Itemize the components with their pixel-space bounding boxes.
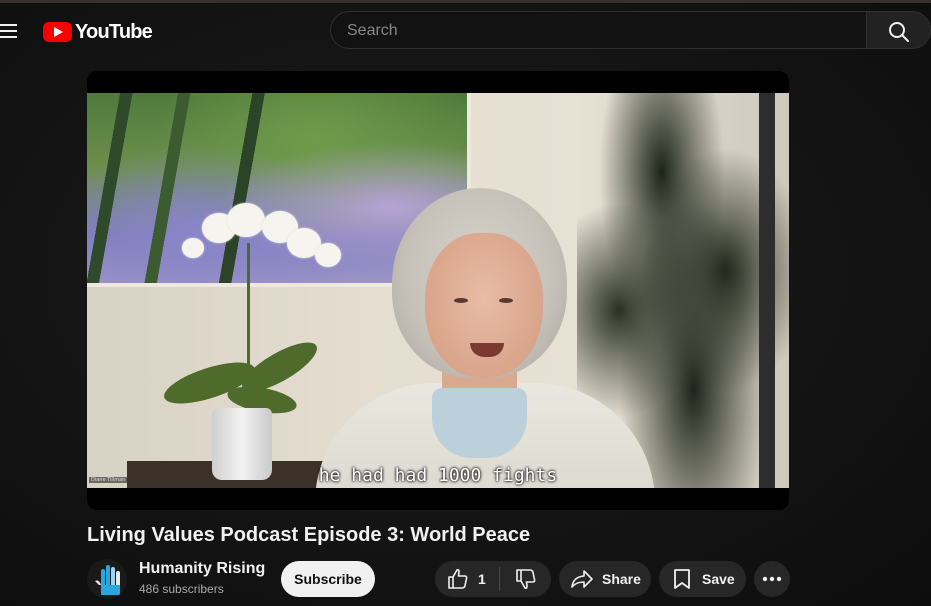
search-input[interactable] — [345, 12, 849, 50]
orchid-flower — [315, 243, 341, 267]
bookmark-icon — [674, 569, 690, 589]
like-dislike-group: 1 — [435, 561, 551, 597]
video-title: Living Values Podcast Episode 3: World P… — [87, 524, 531, 546]
video-frame[interactable]: Diane Tillman he had had 1000 fights — [87, 93, 789, 488]
search-box — [330, 11, 866, 50]
save-label: Save — [702, 571, 735, 587]
search-icon — [889, 22, 909, 42]
browser-top-edge — [0, 0, 931, 3]
share-button[interactable]: Share — [559, 561, 651, 597]
orchid-flower — [182, 238, 204, 258]
logo-text: YouTube — [75, 20, 153, 43]
youtube-logo[interactable]: YouTube — [43, 20, 153, 44]
share-icon — [571, 570, 593, 588]
more-actions-button[interactable] — [754, 561, 790, 597]
like-count: 1 — [478, 571, 486, 587]
channel-avatar[interactable] — [87, 559, 127, 599]
youtube-watch-page: YouTube Search Diane Tillman he had had … — [0, 0, 931, 606]
thumbs-down-icon — [515, 569, 535, 590]
channel-name[interactable]: Humanity Rising — [139, 560, 265, 578]
save-button[interactable]: Save — [659, 561, 746, 597]
video-caption: he had had 1000 fights — [318, 465, 558, 486]
subscribe-button[interactable]: Subscribe — [281, 561, 375, 597]
hand-logo-icon — [87, 559, 127, 599]
like-button[interactable]: 1 — [435, 561, 499, 597]
video-player[interactable]: Diane Tillman he had had 1000 fights — [87, 71, 789, 510]
dislike-button[interactable] — [500, 561, 551, 597]
speaker-eye — [499, 298, 513, 303]
speaker-collar — [432, 388, 527, 458]
thumbs-up-icon — [448, 568, 468, 589]
share-label: Share — [602, 571, 641, 587]
orchid-flower — [227, 203, 265, 237]
masthead: YouTube — [0, 8, 931, 56]
subscriber-count: 486 subscribers — [139, 582, 224, 596]
search-button[interactable] — [866, 11, 931, 49]
youtube-logo-icon — [43, 22, 72, 42]
more-icon — [762, 576, 782, 582]
menu-icon[interactable] — [0, 22, 18, 40]
lamp-pole — [759, 93, 775, 488]
speaker-eye — [454, 298, 468, 303]
